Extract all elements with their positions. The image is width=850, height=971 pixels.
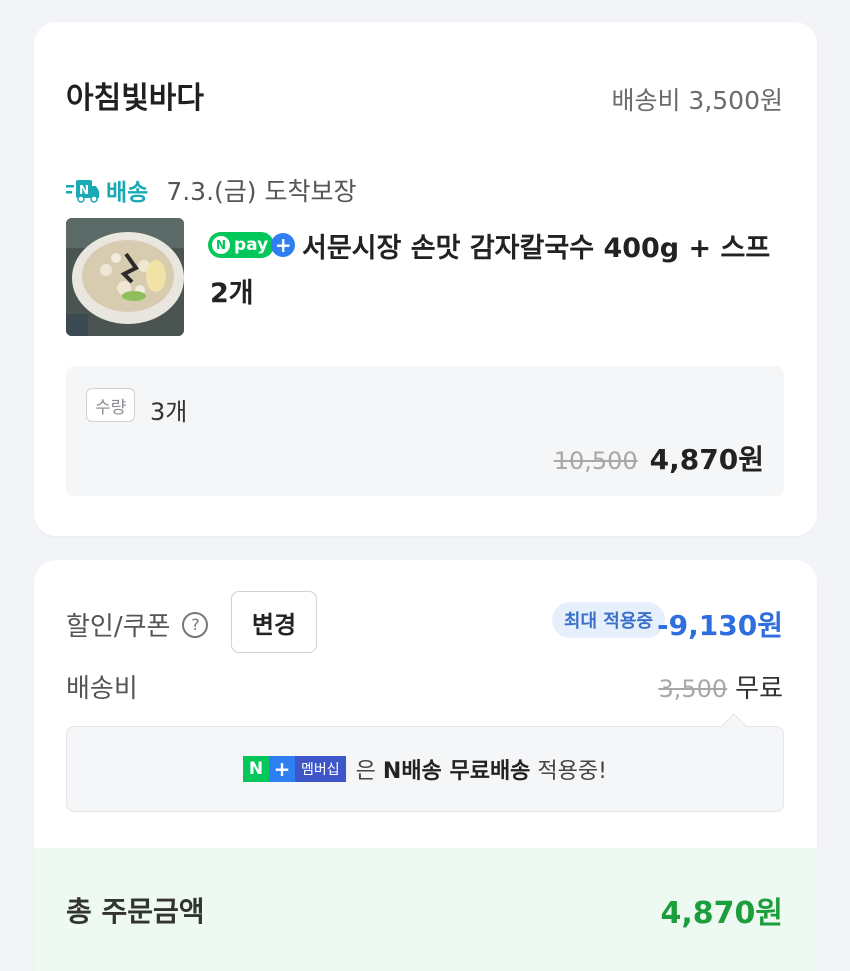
store-name[interactable]: 아침빛바다 <box>66 84 204 114</box>
max-applied-badge: 최대 적용중 <box>551 602 665 638</box>
discount-amount: -9,130원 <box>657 609 783 642</box>
store-card: 아침빛바다 배송비 3,500원 N 배송 7.3.(금) 도착보장 N pay… <box>34 22 817 536</box>
final-price: 4,870원 <box>649 443 764 476</box>
membership-text-bold: N배송 무료배송 <box>382 759 531 784</box>
help-icon[interactable]: ? <box>182 611 209 638</box>
quantity-tag: 수량 <box>86 388 136 422</box>
product-thumbnail[interactable] <box>66 218 184 336</box>
quantity-box: 수량 3개 10,500 4,870원 <box>66 366 784 496</box>
membership-text-pre: 은 <box>355 759 383 784</box>
shipping-fee-value: 3,500 무료 <box>658 668 783 705</box>
change-button[interactable]: 변경 <box>231 591 317 653</box>
shipping-fee-label: 배송비 <box>66 674 138 704</box>
membership-label: 멤버십 <box>295 756 346 782</box>
quantity-value: 3개 <box>150 398 188 426</box>
membership-notice: N + 멤버십 은 N배송 무료배송 적용중! <box>66 713 784 812</box>
membership-n-icon: N <box>243 756 270 782</box>
discount-label-text: 할인/쿠폰 <box>66 612 171 642</box>
membership-text: 은 N배송 무료배송 적용중! <box>356 753 607 785</box>
price-row: 10,500 4,870원 <box>554 438 764 478</box>
membership-text-post: 적용중! <box>530 759 607 784</box>
order-summary-card: 할인/쿠폰 ? 변경 최대 적용중 -9,130원 배송비 3,500 무료 N… <box>34 560 817 971</box>
shipping-fee-free: 무료 <box>735 674 783 704</box>
n-delivery-truck-icon: N <box>66 177 100 203</box>
delivery-info: N 배송 7.3.(금) 도착보장 <box>66 170 357 210</box>
total-bar: 총 주문금액 4,870원 <box>34 848 817 971</box>
shipping-fee-original: 3,500 <box>658 675 728 703</box>
discount-coupon-label: 할인/쿠폰 ? <box>66 606 209 643</box>
n-delivery-label: 배송 <box>106 180 149 206</box>
store-shipping-fee: 배송비 3,500원 <box>611 86 783 115</box>
svg-text:N: N <box>79 183 89 197</box>
total-label: 총 주문금액 <box>66 895 205 928</box>
original-price: 10,500 <box>553 447 638 475</box>
membership-plus-icon: + <box>269 756 296 782</box>
total-amount: 4,870원 <box>660 896 784 931</box>
arrival-guarantee: 7.3.(금) 도착보장 <box>166 177 357 206</box>
product-name[interactable]: 서문시장 손맛 감자칼국수 400g + 스프 2개 <box>210 226 780 316</box>
tooltip-caret <box>721 713 747 739</box>
